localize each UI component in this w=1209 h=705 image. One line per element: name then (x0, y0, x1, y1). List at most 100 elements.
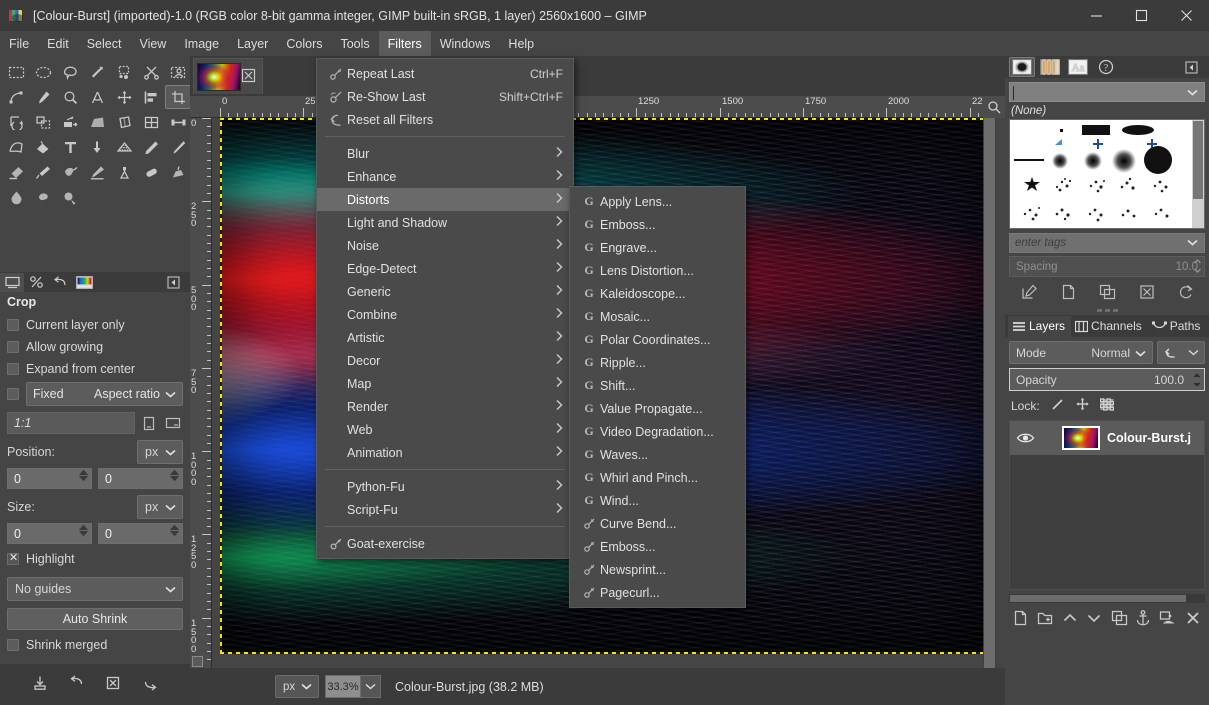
paintbrush-icon[interactable] (165, 135, 191, 159)
blur-sharpen-icon[interactable] (3, 185, 29, 209)
toolbox-tab-menu-icon[interactable] (161, 273, 185, 292)
expand-from-center-row[interactable]: Expand from center (7, 358, 183, 380)
brushes-tab-menu-icon[interactable] (1178, 57, 1204, 77)
layer-opacity-slider[interactable]: Opacity 100.0 (1009, 368, 1205, 391)
rectangle-select-icon[interactable] (3, 60, 29, 84)
menu-view[interactable]: View (130, 31, 175, 56)
menu-item-newsprint[interactable]: Newsprint... (570, 558, 745, 581)
menu-item-ripple[interactable]: G Ripple... (570, 351, 745, 374)
menu-tools[interactable]: Tools (331, 31, 378, 56)
duplicate-brush-icon[interactable] (1099, 284, 1116, 303)
unified-transform-icon[interactable] (138, 110, 164, 134)
move-icon[interactable] (111, 85, 137, 109)
zoom-input[interactable]: 33.3% (325, 675, 361, 698)
menu-item-web[interactable]: Web (317, 418, 573, 441)
menu-item-emboss-plugin[interactable]: Emboss... (570, 535, 745, 558)
merge-down-icon[interactable] (1159, 610, 1176, 629)
menu-item-polar-coordinates[interactable]: G Polar Coordinates... (570, 328, 745, 351)
size-height-input[interactable]: 0 (98, 523, 183, 544)
expand-from-center-checkbox[interactable] (7, 363, 19, 375)
dodge-burn-icon[interactable] (57, 185, 83, 209)
dock-separator[interactable] (1005, 306, 1209, 315)
heal-icon[interactable] (138, 160, 164, 184)
smudge-icon[interactable] (30, 185, 56, 209)
alignment-icon[interactable] (138, 85, 164, 109)
menu-item-shift[interactable]: G Shift... (570, 374, 745, 397)
layer-visibility-icon[interactable] (1010, 431, 1040, 445)
menu-item-python-fu[interactable]: Python-Fu (317, 475, 573, 498)
patterns-icon[interactable] (1037, 57, 1063, 77)
crop-icon[interactable] (165, 85, 191, 109)
menu-item-curve-bend[interactable]: Curve Bend... (570, 512, 745, 535)
statusbar-unit-combo[interactable]: px (275, 675, 319, 698)
brush-grid-scroll-thumb[interactable] (1193, 121, 1203, 199)
rotate-icon[interactable] (3, 110, 29, 134)
color-picker-icon[interactable] (30, 85, 56, 109)
quickmask-toggle-icon[interactable] (190, 655, 204, 668)
position-y-input[interactable]: 0 (98, 468, 183, 489)
menu-item-emboss-gegl[interactable]: G Emboss... (570, 213, 745, 236)
guides-combo[interactable]: No guides (7, 577, 183, 601)
allow-growing-row[interactable]: Allow growing (7, 336, 183, 358)
spacing-stepper[interactable] (1193, 257, 1202, 275)
opacity-stepper[interactable] (1192, 370, 1202, 390)
scissors-select-icon[interactable] (138, 60, 164, 84)
fixed-checkbox[interactable] (7, 388, 19, 400)
size-height-stepper[interactable] (170, 525, 179, 536)
edit-brush-icon[interactable] (1021, 284, 1038, 303)
menu-item-noise[interactable]: Noise (317, 234, 573, 257)
device-status-icon[interactable] (24, 273, 48, 292)
save-tool-preset-icon[interactable] (32, 675, 48, 694)
layer-row[interactable]: Colour-Burst.j (1010, 421, 1204, 455)
menu-file[interactable]: File (0, 31, 38, 56)
chevron-down-icon[interactable] (1187, 85, 1198, 99)
menu-item-script-fu[interactable]: Script-Fu (317, 498, 573, 521)
menu-item-decor[interactable]: Decor (317, 349, 573, 372)
menu-layer[interactable]: Layer (228, 31, 277, 56)
menu-item-waves[interactable]: G Waves... (570, 443, 745, 466)
menu-item-light-and-shadow[interactable]: Light and Shadow (317, 211, 573, 234)
new-layer-group-icon[interactable] (1037, 610, 1053, 629)
menu-item-render[interactable]: Render (317, 395, 573, 418)
position-y-stepper[interactable] (170, 470, 179, 481)
menu-help[interactable]: Help (499, 31, 543, 56)
menu-item-engrave[interactable]: G Engrave... (570, 236, 745, 259)
airbrush-icon[interactable] (30, 160, 56, 184)
menu-item-apply-lens[interactable]: G Apply Lens... (570, 190, 745, 213)
images-icon[interactable] (72, 273, 96, 292)
maximize-icon[interactable] (1119, 0, 1164, 31)
ink-icon[interactable] (57, 160, 83, 184)
layer-mode-combo[interactable]: Mode Normal (1009, 341, 1153, 364)
fonts-icon[interactable]: Aa (1065, 57, 1091, 77)
shrink-merged-checkbox[interactable] (7, 639, 19, 651)
menu-item-map[interactable]: Map (317, 372, 573, 395)
ellipse-select-icon[interactable] (30, 60, 56, 84)
auto-shrink-button[interactable]: Auto Shrink (7, 608, 183, 630)
current-layer-only-row[interactable]: Current layer only (7, 314, 183, 336)
duplicate-layer-icon[interactable] (1111, 610, 1128, 629)
scale-icon[interactable] (30, 110, 56, 134)
gradient-icon[interactable] (84, 135, 110, 159)
anchor-layer-icon[interactable] (1136, 609, 1150, 629)
horizontal-ruler[interactable]: 025012501500175020002250 (190, 96, 1005, 118)
text-icon[interactable] (57, 135, 83, 159)
chevron-down-icon[interactable] (1187, 237, 1198, 249)
menu-colors[interactable]: Colors (277, 31, 331, 56)
zoom-icon[interactable] (57, 85, 83, 109)
allow-growing-checkbox[interactable] (7, 341, 19, 353)
menu-item-lens-distortion[interactable]: G Lens Distortion... (570, 259, 745, 282)
new-brush-icon[interactable] (1061, 284, 1076, 303)
clone-icon[interactable] (111, 160, 137, 184)
menu-item-reset-all-filters[interactable]: Reset all Filters (317, 108, 573, 131)
position-x-stepper[interactable] (79, 470, 88, 481)
menu-item-whirl-and-pinch[interactable]: G Whirl and Pinch... (570, 466, 745, 489)
close-image-icon[interactable] (241, 68, 256, 86)
restore-tool-preset-icon[interactable] (69, 675, 85, 694)
minimize-icon[interactable] (1074, 0, 1119, 31)
menu-item-blur[interactable]: Blur (317, 142, 573, 165)
menu-item-goat-exercise[interactable]: Goat-exercise (317, 532, 573, 555)
perspective-clone-icon[interactable] (165, 160, 191, 184)
menu-item-wind[interactable]: G Wind... (570, 489, 745, 512)
layer-list[interactable]: Colour-Burst.j (1009, 420, 1205, 590)
bucket-fill-icon[interactable] (30, 135, 56, 159)
